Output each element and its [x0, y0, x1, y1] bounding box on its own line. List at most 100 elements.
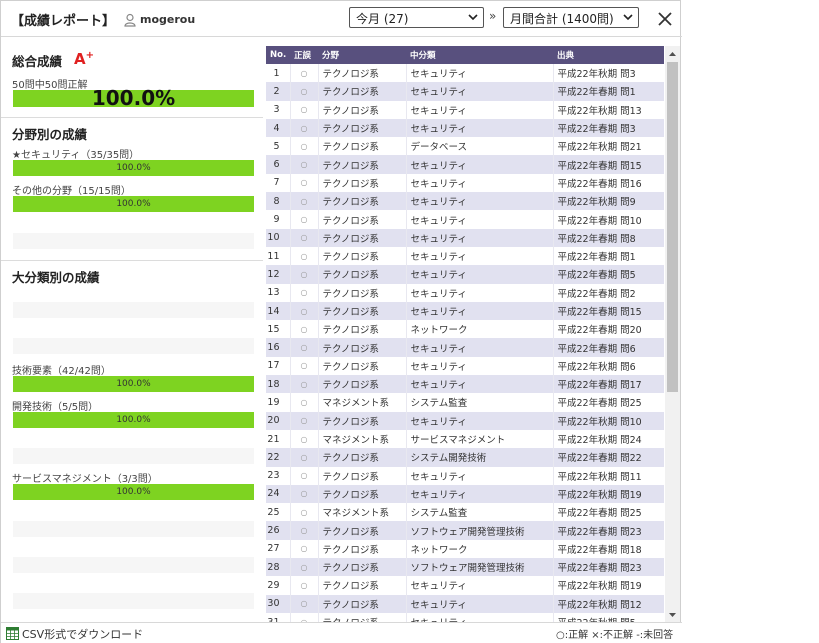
row-subcategory: セキュリティ [406, 301, 554, 321]
vertical-scrollbar[interactable] [665, 46, 680, 623]
overall-progress-bar: 100.0% [13, 88, 254, 108]
table-row[interactable]: 4 ○ テクノロジ系 セキュリティ 平成22年春期 問3 [266, 118, 664, 138]
table-row[interactable]: 16 ○ テクノロジ系 セキュリティ 平成22年春期 問6 [266, 338, 664, 357]
row-number: 11 [266, 246, 291, 266]
column-header-result[interactable]: 正誤 [290, 46, 318, 64]
empty-bar [13, 302, 254, 318]
field-progress-bar: 100.0% [13, 160, 254, 176]
category-progress-bar: 100.0% [13, 376, 254, 392]
table-row[interactable]: 18 ○ テクノロジ系 セキュリティ 平成22年春期 問17 [266, 375, 664, 394]
table-row[interactable]: 21 ○ マネジメント系 サービスマネジメント 平成22年秋期 問24 [266, 429, 664, 449]
row-subcategory: システム監査 [406, 503, 554, 522]
table-row[interactable]: 7 ○ テクノロジ系 セキュリティ 平成22年春期 問16 [266, 173, 664, 193]
table-row[interactable]: 30 ○ テクノロジ系 セキュリティ 平成22年秋期 問12 [266, 594, 664, 613]
results-table-container[interactable]: No. 正誤 分野 中分類 出典 1 ○ テクノロジ系 セキュリティ 平成22年秋期 問… [266, 46, 664, 623]
row-subcategory: セキュリティ [406, 484, 554, 504]
column-header-field[interactable]: 分野 [318, 46, 406, 64]
table-row[interactable]: 28 ○ テクノロジ系 ソフトウェア開発管理技術 平成22年春期 問23 [266, 558, 664, 577]
categories-heading: 大分類別の成績 [12, 270, 100, 285]
row-source: 平成22年秋期 問6 [553, 356, 664, 376]
row-source: 平成22年春期 問20 [553, 320, 664, 339]
category-label: 技術要素（42/42問） [12, 366, 111, 377]
row-field: テクノロジ系 [318, 558, 407, 577]
row-number: 24 [266, 484, 291, 504]
row-result-mark: ○ [290, 246, 319, 266]
spreadsheet-icon[interactable] [6, 627, 19, 640]
table-row[interactable]: 26 ○ テクノロジ系 ソフトウェア開発管理技術 平成22年春期 問23 [266, 521, 664, 540]
row-result-mark: ○ [290, 320, 319, 339]
table-row[interactable]: 3 ○ テクノロジ系 セキュリティ 平成22年秋期 問13 [266, 100, 664, 119]
table-row[interactable]: 13 ○ テクノロジ系 セキュリティ 平成22年春期 問2 [266, 283, 664, 302]
table-row[interactable]: 27 ○ テクノロジ系 ネットワーク 平成22年春期 問18 [266, 539, 664, 559]
row-source: 平成22年春期 問2 [553, 283, 664, 302]
table-row[interactable]: 15 ○ テクノロジ系 ネットワーク 平成22年春期 問20 [266, 320, 664, 339]
table-row[interactable]: 14 ○ テクノロジ系 セキュリティ 平成22年春期 問15 [266, 301, 664, 321]
table-row[interactable]: 10 ○ テクノロジ系 セキュリティ 平成22年春期 問8 [266, 228, 664, 247]
row-number: 3 [266, 100, 291, 119]
period-select-value: 今月 (27) [356, 12, 409, 26]
row-subcategory: セキュリティ [406, 375, 554, 394]
table-row[interactable]: 29 ○ テクノロジ系 セキュリティ 平成22年秋期 問19 [266, 576, 664, 595]
row-field: テクノロジ系 [318, 64, 407, 83]
row-source: 平成22年春期 問22 [553, 448, 664, 467]
grade-suffix: + [85, 50, 94, 61]
close-icon[interactable] [656, 10, 674, 28]
table-row[interactable]: 1 ○ テクノロジ系 セキュリティ 平成22年秋期 問3 [266, 64, 664, 83]
row-number: 13 [266, 283, 291, 302]
scroll-up-arrow-icon[interactable] [668, 50, 677, 58]
row-result-mark: ○ [290, 100, 319, 119]
row-field: テクノロジ系 [318, 375, 407, 394]
field-label: その他の分野（15/15問） [12, 186, 131, 197]
scroll-down-arrow-icon[interactable] [668, 611, 677, 619]
table-row[interactable]: 25 ○ マネジメント系 システム監査 平成22年春期 問25 [266, 503, 664, 522]
row-subcategory: ネットワーク [406, 320, 554, 339]
row-field: テクノロジ系 [318, 210, 407, 229]
row-number: 2 [266, 82, 291, 101]
table-row[interactable]: 23 ○ テクノロジ系 セキュリティ 平成22年秋期 問11 [266, 466, 664, 485]
row-source: 平成22年秋期 問19 [553, 576, 664, 595]
table-row[interactable]: 8 ○ テクノロジ系 セキュリティ 平成22年秋期 問9 [266, 192, 664, 211]
row-number: 22 [266, 448, 291, 467]
row-subcategory: セキュリティ [406, 192, 554, 211]
row-subcategory: セキュリティ [406, 228, 554, 247]
score-report-dialog: 【成績レポート】 mogerou 今月 (27) » 月間合計 (1400問) … [0, 0, 682, 643]
row-field: マネジメント系 [318, 503, 407, 522]
row-number: 12 [266, 265, 291, 284]
row-subcategory: セキュリティ [406, 246, 554, 266]
csv-download-link[interactable]: CSV形式でダウンロード [22, 626, 143, 642]
table-row[interactable]: 11 ○ テクノロジ系 セキュリティ 平成22年春期 問1 [266, 246, 664, 266]
table-row[interactable]: 5 ○ テクノロジ系 データベース 平成22年秋期 問21 [266, 137, 664, 156]
row-result-mark: ○ [290, 173, 319, 193]
row-result-mark: ○ [290, 265, 319, 284]
table-row[interactable]: 17 ○ テクノロジ系 セキュリティ 平成22年秋期 問6 [266, 356, 664, 376]
scrollbar-thumb[interactable] [667, 62, 678, 392]
column-header-source[interactable]: 出典 [553, 46, 664, 64]
table-row[interactable]: 22 ○ テクノロジ系 システム開発技術 平成22年春期 問22 [266, 448, 664, 467]
table-row[interactable]: 20 ○ テクノロジ系 セキュリティ 平成22年秋期 問10 [266, 411, 664, 430]
period-select[interactable]: 今月 (27) [349, 7, 484, 28]
row-field: テクノロジ系 [318, 228, 407, 247]
row-result-mark: ○ [290, 64, 319, 83]
row-subcategory: セキュリティ [406, 82, 554, 101]
row-result-mark: ○ [290, 558, 319, 577]
row-result-mark: ○ [290, 576, 319, 595]
row-field: テクノロジ系 [318, 100, 407, 119]
row-number: 19 [266, 393, 291, 412]
table-row[interactable]: 24 ○ テクノロジ系 セキュリティ 平成22年秋期 問19 [266, 484, 664, 504]
table-row[interactable]: 6 ○ テクノロジ系 セキュリティ 平成22年春期 問15 [266, 155, 664, 174]
table-row[interactable]: 9 ○ テクノロジ系 セキュリティ 平成22年春期 問10 [266, 210, 664, 229]
table-row[interactable]: 12 ○ テクノロジ系 セキュリティ 平成22年春期 問5 [266, 265, 664, 284]
column-header-no[interactable]: No. [266, 46, 290, 64]
row-number: 18 [266, 375, 291, 394]
row-source: 平成22年秋期 問19 [553, 484, 664, 504]
table-row[interactable]: 2 ○ テクノロジ系 セキュリティ 平成22年春期 問1 [266, 82, 664, 101]
dialog-header: 【成績レポート】 mogerou 今月 (27) » 月間合計 (1400問) [1, 1, 682, 37]
row-field: テクノロジ系 [318, 82, 407, 101]
row-source: 平成22年春期 問25 [553, 503, 664, 522]
range-select[interactable]: 月間合計 (1400問) [503, 7, 639, 28]
table-row[interactable]: 19 ○ マネジメント系 システム監査 平成22年春期 問25 [266, 393, 664, 412]
column-header-subcategory[interactable]: 中分類 [406, 46, 553, 64]
row-number: 9 [266, 210, 291, 229]
row-result-mark: ○ [290, 411, 319, 430]
user-icon [124, 13, 136, 27]
